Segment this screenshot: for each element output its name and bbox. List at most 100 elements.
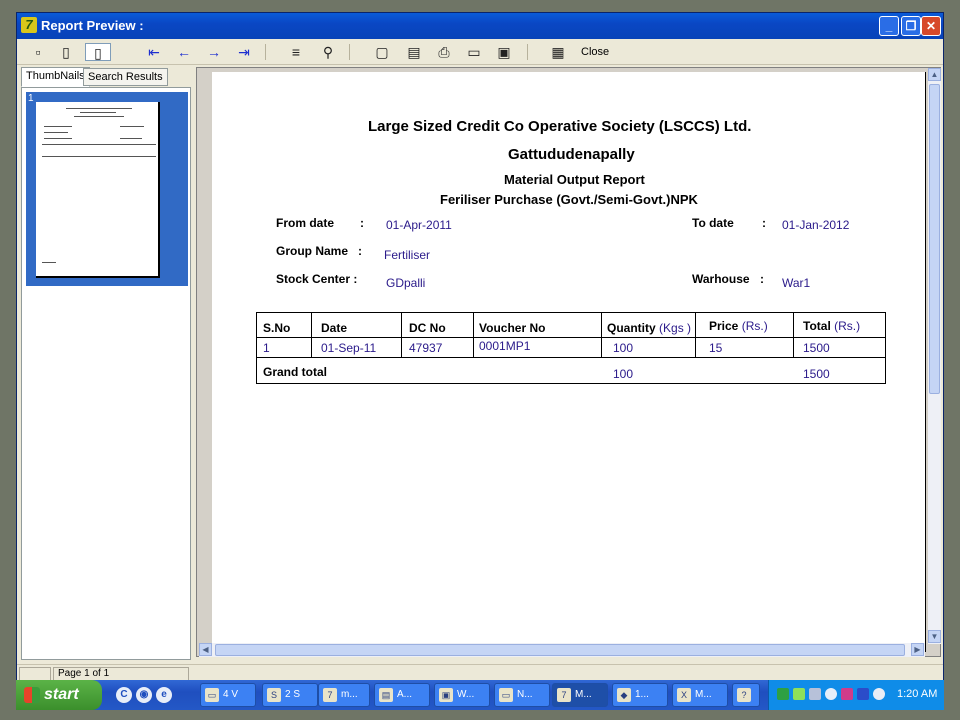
next-page-icon[interactable]: →: [205, 43, 223, 61]
print-icon[interactable]: ⎙: [435, 43, 453, 61]
start-label: start: [44, 686, 79, 703]
excel-icon: X: [677, 688, 691, 702]
quicklaunch-ie-icon[interactable]: e: [156, 687, 172, 703]
tab-thumbnails[interactable]: ThumbNails: [21, 67, 90, 87]
horizontal-scrollbar[interactable]: ◀ ▶: [199, 643, 925, 657]
open-folder-icon[interactable]: ▭: [465, 43, 483, 61]
taskbar-button-a[interactable]: ▤ A...: [374, 683, 430, 707]
report-table: S.No Date DC No Voucher No Quantity (Kgs…: [256, 312, 886, 384]
app-icon: 7: [21, 17, 37, 33]
branch-name: Gattududenapally: [508, 146, 635, 163]
previous-page-icon[interactable]: ←: [175, 43, 193, 61]
thumbnail-page-image: [36, 102, 160, 278]
scroll-left-icon[interactable]: ◀: [199, 643, 212, 656]
app-icon: 7: [323, 688, 337, 702]
start-button[interactable]: start: [16, 680, 102, 710]
report-title: Material Output Report: [504, 172, 645, 187]
grand-total-quantity: 100: [613, 367, 634, 381]
taskbar-button-report-preview[interactable]: 7 M...: [552, 683, 608, 707]
single-page-icon[interactable]: ▯: [85, 43, 111, 61]
app-icon: 7: [557, 688, 571, 702]
folder-icon: ▭: [205, 688, 219, 702]
find-binoculars-icon[interactable]: ⚲: [319, 43, 337, 61]
toolbar-divider: [527, 44, 528, 60]
col-date: Date: [321, 321, 348, 335]
left-tabs: ThumbNails Search Results: [21, 67, 191, 88]
quicklaunch-chrome-icon[interactable]: ◉: [136, 687, 152, 703]
col-sno: S.No: [263, 321, 291, 335]
group-name-colon: :: [358, 244, 362, 258]
computer-icon: ▣: [439, 688, 453, 702]
grand-total-amount: 1500: [803, 367, 830, 381]
toolbar: ▫ ▯ ▯ ⇤ ← → ⇥ ≡ ⚲ ▢ ▤ ⎙ ▭ ▣ ▦ Close: [17, 39, 943, 65]
col-dc-no: DC No: [409, 321, 446, 335]
stock-center-label: Stock Center :: [276, 272, 358, 286]
report-subtitle: Feriliser Purchase (Govt./Semi-Govt.)NPK: [440, 192, 698, 207]
warehouse-colon: :: [760, 272, 764, 286]
tray-color-icon[interactable]: [841, 688, 853, 700]
tray-c-icon[interactable]: [825, 688, 837, 700]
system-tray: 1:20 AM: [768, 680, 944, 710]
taskbar-button-folder[interactable]: ▭ 4 V: [200, 683, 256, 707]
taskbar-button-app-m[interactable]: 7 m...: [318, 683, 370, 707]
taskbar-button-w[interactable]: ▣ W...: [434, 683, 490, 707]
tray-monitor-icon[interactable]: [857, 688, 869, 700]
report-viewer: Large Sized Credit Co Operative Society …: [196, 67, 941, 657]
col-voucher-no: Voucher No: [479, 321, 546, 335]
thumbnail-pane: 1: [21, 87, 191, 660]
skype-icon: S: [267, 688, 281, 702]
report-page: Large Sized Credit Co Operative Society …: [212, 72, 926, 652]
cell-total: 1500: [803, 341, 830, 355]
horizontal-scroll-thumb[interactable]: [215, 644, 905, 656]
scroll-down-icon[interactable]: ▼: [928, 630, 941, 643]
save-icon[interactable]: ▣: [495, 43, 513, 61]
network-icon: ◆: [617, 688, 631, 702]
windows-flag-icon: [24, 687, 40, 703]
close-button[interactable]: Close: [581, 46, 609, 58]
first-page-icon[interactable]: ⇤: [145, 43, 163, 61]
new-document-icon[interactable]: ▢: [373, 43, 391, 61]
two-page-icon[interactable]: ▯: [57, 43, 75, 61]
to-date-label: To date: [692, 216, 734, 230]
tray-green-icon[interactable]: [777, 688, 789, 700]
title-bar[interactable]: 7 Report Preview : _ ❐ ✕: [17, 13, 943, 39]
help-icon: ?: [737, 688, 751, 702]
from-date-colon: :: [360, 216, 364, 230]
scroll-right-icon[interactable]: ▶: [911, 643, 924, 656]
cell-date: 01-Sep-11: [321, 341, 377, 355]
toolbar-divider: [349, 44, 350, 60]
taskbar-button-skype[interactable]: S2 S: [262, 683, 318, 707]
col-price: Price (Rs.): [709, 319, 768, 333]
taskbar-button-help[interactable]: ?: [732, 683, 760, 707]
page-indicator: Page 1 of 1: [53, 667, 189, 681]
org-name: Large Sized Credit Co Operative Society …: [368, 118, 752, 135]
taskbar-button-1[interactable]: ◆ 1...: [612, 683, 668, 707]
report-preview-window: 7 Report Preview : _ ❐ ✕ ▫ ▯ ▯ ⇤ ← → ⇥ ≡…: [16, 12, 944, 710]
status-cell-blank: [19, 667, 51, 681]
tray-shield-icon[interactable]: [793, 688, 805, 700]
last-page-icon[interactable]: ⇥: [235, 43, 253, 61]
col-quantity: Quantity (Kgs ): [607, 321, 692, 335]
cell-voucher-no: 0001MP1: [479, 339, 531, 353]
page-icon[interactable]: ▫: [29, 43, 47, 61]
scroll-up-icon[interactable]: ▲: [928, 68, 941, 81]
taskbar-button-n[interactable]: ▭ N...: [494, 683, 550, 707]
cell-dc-no: 47937: [409, 341, 443, 355]
vertical-scroll-thumb[interactable]: [929, 84, 940, 394]
tray-volume-icon[interactable]: [873, 688, 885, 700]
close-doc-icon[interactable]: ▦: [549, 43, 567, 61]
minimize-button[interactable]: _: [879, 16, 899, 36]
maximize-button[interactable]: ❐: [901, 16, 921, 36]
quicklaunch-browser-icon[interactable]: C: [116, 687, 132, 703]
goto-page-icon[interactable]: ≡: [287, 43, 305, 61]
print-setup-icon[interactable]: ▤: [405, 43, 423, 61]
tab-search-results[interactable]: Search Results: [83, 68, 168, 86]
taskbar-button-excel[interactable]: X M...: [672, 683, 728, 707]
close-window-button[interactable]: ✕: [921, 16, 941, 36]
thumbnail-selected[interactable]: 1: [26, 92, 188, 286]
explorer-icon: ▭: [499, 688, 513, 702]
tray-scan-icon[interactable]: [809, 688, 821, 700]
to-date-colon: :: [762, 216, 766, 230]
cell-price: 15: [709, 341, 723, 355]
vertical-scrollbar[interactable]: ▲ ▼: [928, 68, 941, 644]
